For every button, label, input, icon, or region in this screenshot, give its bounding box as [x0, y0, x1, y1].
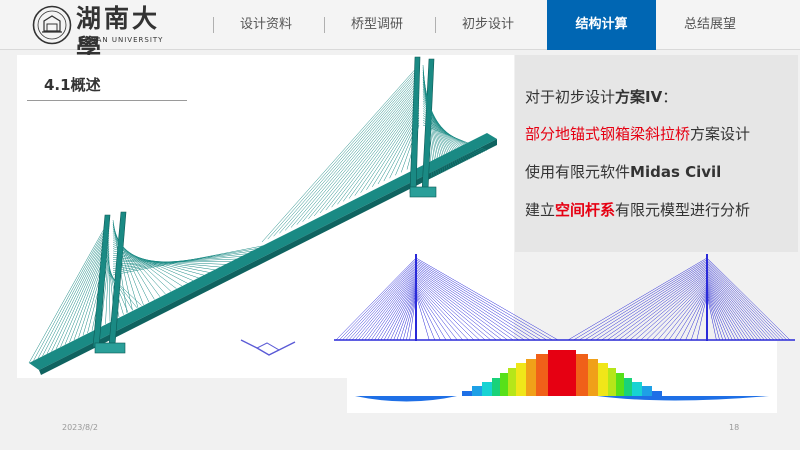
bridge-elevation-model-image [334, 254, 795, 346]
page-number: 18 [729, 423, 740, 432]
footer-date: 2023/8/2 [62, 423, 98, 432]
nav-tab-design-data[interactable]: 设计资料 [214, 0, 318, 50]
university-seal-icon [32, 5, 72, 45]
nav-tab-structural-calc[interactable]: 结构计算 [547, 0, 656, 50]
top-bar: 湖南大學 HUNAN UNIVERSITY 设计资料 桥型调研 初步设计 结构计… [0, 0, 800, 63]
force-contour-image [355, 350, 769, 402]
nav-tab-preliminary-design[interactable]: 初步设计 [436, 0, 540, 50]
nav-tab-summary[interactable]: 总结展望 [658, 0, 762, 50]
section-title-underline [27, 100, 187, 101]
text-line-software: 使用有限元软件Midas Civil [525, 163, 722, 181]
text-line-bridge-type: 部分地锚式钢箱梁斜拉桥方案设计 [525, 125, 751, 143]
nav-tab-bridge-survey[interactable]: 桥型调研 [325, 0, 429, 50]
text-line-scheme: 对于初步设计方案IV： [525, 88, 678, 106]
text-line-model: 建立空间杆系有限元模型进行分析 [525, 201, 751, 219]
logo-english-text: HUNAN UNIVERSITY [78, 36, 164, 44]
section-title: 4.1概述 [44, 76, 101, 94]
university-logo: 湖南大學 HUNAN UNIVERSITY [30, 2, 166, 63]
slide: 湖南大學 HUNAN UNIVERSITY 设计资料 桥型调研 初步设计 结构计… [0, 0, 800, 450]
description-panel [515, 55, 798, 252]
